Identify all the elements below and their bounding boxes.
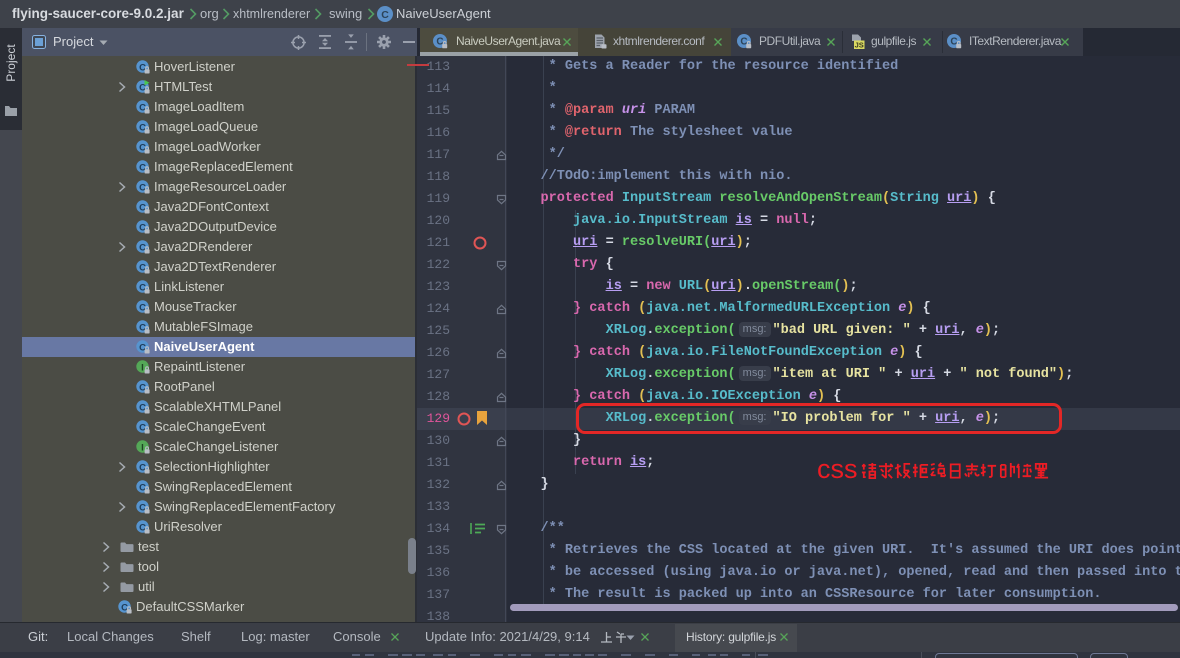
svg-text:C: C — [381, 9, 389, 21]
svg-text:JS: JS — [855, 40, 864, 49]
